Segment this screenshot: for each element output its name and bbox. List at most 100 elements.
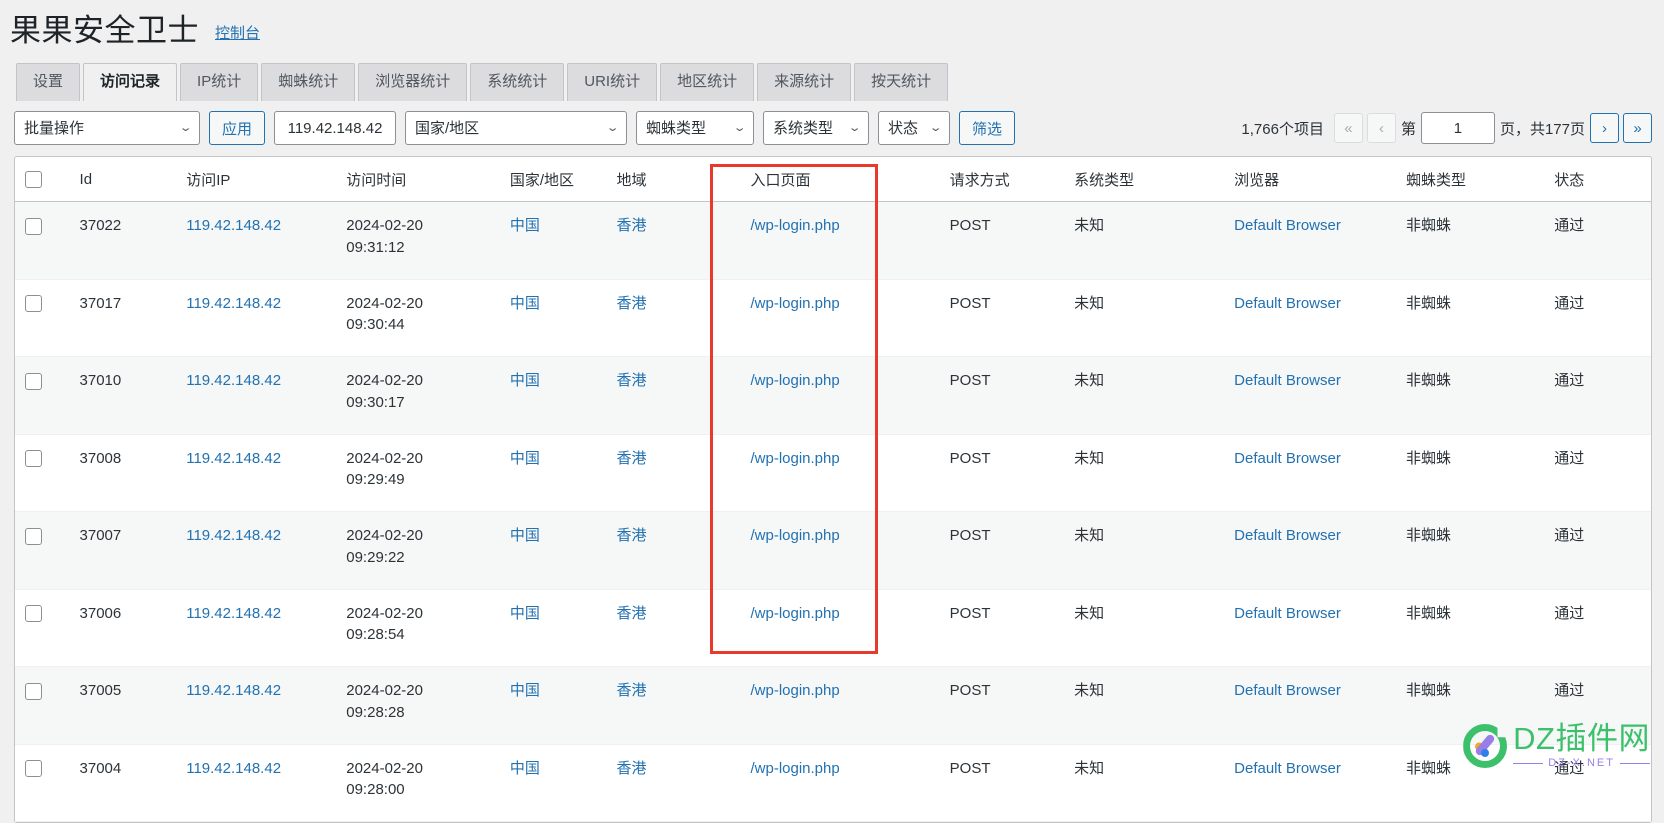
row-country[interactable]: 中国	[499, 744, 607, 823]
row-entry-page[interactable]: /wp-login.php	[740, 744, 940, 823]
row-country[interactable]: 中国	[499, 589, 607, 668]
row-checkbox[interactable]	[25, 450, 42, 468]
apply-button[interactable]: 应用	[209, 111, 266, 146]
row-region[interactable]: 香港	[606, 589, 741, 668]
tab-9[interactable]: 按天统计	[854, 63, 949, 102]
prev-page-button[interactable]: ‹	[1366, 113, 1396, 144]
tab-5[interactable]: 系统统计	[470, 63, 565, 102]
row-ip[interactable]: 119.42.148.42	[176, 356, 337, 435]
table-row[interactable]: 37017 119.42.148.42 2024-02-20 09:30:44 中国 香港…	[15, 279, 1651, 358]
tab-3[interactable]: 蜘蛛统计	[261, 63, 356, 102]
table-row[interactable]: 37022 119.42.148.42 2024-02-20 09:31:12 中国 香港…	[15, 201, 1651, 280]
column-header-id[interactable]: Id	[69, 157, 177, 203]
column-header-ip[interactable]: 访问IP	[176, 157, 337, 203]
row-ip[interactable]: 119.42.148.42	[176, 201, 337, 280]
bulk-action-select[interactable]: 批量操作 ⌄	[14, 111, 200, 146]
tab-7[interactable]: 地区统计	[660, 63, 755, 102]
row-browser[interactable]: Default Browser	[1224, 356, 1397, 435]
tab-4[interactable]: 浏览器统计	[358, 63, 468, 102]
row-country[interactable]: 中国	[499, 201, 607, 280]
row-entry-page[interactable]: /wp-login.php	[740, 356, 940, 435]
row-checkbox[interactable]	[25, 372, 42, 390]
column-header-os[interactable]: 系统类型	[1064, 157, 1225, 203]
row-region[interactable]: 香港	[606, 279, 741, 358]
system-type-select[interactable]: 系统类型 ⌄	[763, 111, 870, 146]
tab-1[interactable]: 访问记录	[83, 63, 178, 102]
table-row[interactable]: 37005 119.42.148.42 2024-02-20 09:28:28 中国 香港…	[15, 666, 1651, 745]
row-entry-page[interactable]: /wp-login.php	[740, 434, 940, 513]
tab-8[interactable]: 来源统计	[757, 63, 852, 102]
row-country[interactable]: 中国	[499, 511, 607, 590]
row-entry-page[interactable]: /wp-login.php	[740, 511, 940, 590]
row-entry-page[interactable]: /wp-login.php	[740, 666, 940, 745]
row-entry-page[interactable]: /wp-login.php	[740, 589, 940, 668]
row-select-cell	[15, 356, 70, 435]
row-date: 2024-02-20	[346, 294, 423, 312]
row-checkbox[interactable]	[25, 295, 42, 313]
table-row[interactable]: 37006 119.42.148.42 2024-02-20 09:28:54 中国 香港…	[15, 589, 1651, 668]
table-row[interactable]: 37004 119.42.148.42 2024-02-20 09:28:00 中国 香港…	[15, 744, 1651, 823]
row-ip[interactable]: 119.42.148.42	[176, 279, 337, 358]
row-browser[interactable]: Default Browser	[1224, 434, 1397, 513]
row-entry-page[interactable]: /wp-login.php	[740, 201, 940, 280]
row-region[interactable]: 香港	[606, 511, 741, 590]
row-region[interactable]: 香港	[606, 201, 741, 280]
filter-button[interactable]: 筛选	[959, 111, 1016, 146]
tab-0[interactable]: 设置	[16, 63, 81, 102]
column-header-region[interactable]: 地域	[606, 157, 741, 203]
ip-search-input[interactable]: 119.42.148.42	[274, 111, 397, 146]
row-ip[interactable]: 119.42.148.42	[176, 589, 337, 668]
tab-6[interactable]: URI统计	[567, 63, 658, 102]
row-browser[interactable]: Default Browser	[1224, 511, 1397, 590]
table-row[interactable]: 37010 119.42.148.42 2024-02-20 09:30:17 中国 香港…	[15, 356, 1651, 435]
column-header-method[interactable]: 请求方式	[939, 157, 1065, 203]
select-all-checkbox[interactable]	[25, 171, 42, 189]
row-region[interactable]: 香港	[606, 666, 741, 745]
column-header-country[interactable]: 国家/地区	[499, 157, 607, 203]
column-header-status[interactable]: 状态	[1544, 157, 1651, 203]
row-checkbox[interactable]	[25, 527, 42, 545]
row-region[interactable]: 香港	[606, 744, 741, 823]
row-browser-value: Default Browser	[1234, 217, 1341, 235]
row-browser[interactable]: Default Browser	[1224, 589, 1397, 668]
chevron-down-icon: ⌄	[732, 121, 747, 134]
row-checkbox[interactable]	[25, 760, 42, 778]
row-ip[interactable]: 119.42.148.42	[176, 511, 337, 590]
row-region[interactable]: 香港	[606, 434, 741, 513]
row-country[interactable]: 中国	[499, 279, 607, 358]
status-select[interactable]: 状态 ⌄	[878, 111, 951, 146]
row-country[interactable]: 中国	[499, 666, 607, 745]
row-browser[interactable]: Default Browser	[1224, 666, 1397, 745]
row-region[interactable]: 香港	[606, 356, 741, 435]
row-browser[interactable]: Default Browser	[1224, 201, 1397, 280]
next-page-button[interactable]: ›	[1590, 113, 1619, 144]
table-row[interactable]: 37007 119.42.148.42 2024-02-20 09:29:22 中国 香港…	[15, 511, 1651, 590]
row-entry-page[interactable]: /wp-login.php	[740, 279, 940, 358]
column-header-time[interactable]: 访问时间	[336, 157, 500, 203]
table-row[interactable]: 37008 119.42.148.42 2024-02-20 09:29:49 中国 香港…	[15, 434, 1651, 513]
page-number-input[interactable]: 1	[1420, 112, 1495, 145]
row-country[interactable]: 中国	[499, 356, 607, 435]
tab-2[interactable]: IP统计	[180, 63, 259, 102]
row-method-value: POST	[949, 449, 991, 467]
row-checkbox[interactable]	[25, 217, 42, 235]
row-ip[interactable]: 119.42.148.42	[176, 744, 337, 823]
row-ip[interactable]: 119.42.148.42	[176, 434, 337, 513]
row-checkbox[interactable]	[25, 682, 42, 700]
last-page-button[interactable]: »	[1623, 113, 1652, 144]
first-page-button[interactable]: «	[1333, 113, 1363, 144]
spider-type-select[interactable]: 蜘蛛类型 ⌄	[636, 111, 755, 146]
row-method-value: POST	[949, 527, 991, 545]
column-header-spider[interactable]: 蜘蛛类型	[1396, 157, 1545, 203]
row-date: 2024-02-20	[346, 527, 423, 545]
row-id-value: 37010	[79, 372, 122, 390]
console-link[interactable]: 控制台	[215, 22, 260, 48]
row-browser[interactable]: Default Browser	[1224, 279, 1397, 358]
country-region-select[interactable]: 国家/地区 ⌄	[405, 111, 628, 146]
column-header-entry-page[interactable]: 入口页面	[740, 157, 940, 203]
row-checkbox[interactable]	[25, 605, 42, 623]
column-header-browser[interactable]: 浏览器	[1224, 157, 1397, 203]
row-country[interactable]: 中国	[499, 434, 607, 513]
row-ip[interactable]: 119.42.148.42	[176, 666, 337, 745]
row-browser[interactable]: Default Browser	[1224, 744, 1397, 823]
